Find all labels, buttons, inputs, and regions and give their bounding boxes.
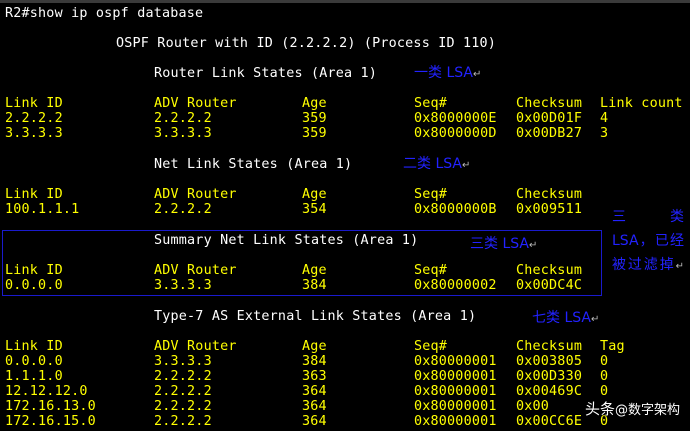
cell-adv-router: 2.2.2.2 bbox=[154, 369, 212, 384]
cell-adv-router: 3.3.3.3 bbox=[154, 278, 212, 293]
cell-adv-router: 2.2.2.2 bbox=[154, 202, 212, 217]
cell-link-count: 3 bbox=[600, 126, 609, 141]
cell-tag: 0 bbox=[600, 354, 609, 369]
col-adv-router: ADV Router bbox=[154, 263, 237, 278]
cell-link-id: 0.0.0.0 bbox=[5, 278, 63, 293]
col-age: Age bbox=[302, 263, 327, 278]
cell-tag: 0 bbox=[600, 384, 609, 399]
cell-adv-router: 2.2.2.2 bbox=[154, 399, 212, 414]
cell-age: 364 bbox=[302, 399, 327, 414]
cell-adv-router: 2.2.2.2 bbox=[154, 384, 212, 399]
cell-seq: 0x80000001 bbox=[414, 369, 497, 384]
col-age: Age bbox=[302, 339, 327, 354]
cell-age: 363 bbox=[302, 369, 327, 384]
col-link-id: Link ID bbox=[5, 96, 63, 111]
watermark: 头条@数字架构 bbox=[584, 400, 680, 418]
type7-lsa-annotation: 七类 LSA↵ bbox=[532, 310, 600, 326]
cell-age: 354 bbox=[302, 202, 327, 217]
col-checksum: Checksum bbox=[516, 263, 583, 278]
cell-seq: 0x8000000B bbox=[414, 202, 497, 217]
cell-checksum: 0x00DC4C bbox=[516, 278, 583, 293]
col-adv-router: ADV Router bbox=[154, 96, 237, 111]
cell-age: 384 bbox=[302, 354, 327, 369]
col-checksum: Checksum bbox=[516, 96, 583, 111]
cell-seq: 0x80000001 bbox=[414, 354, 497, 369]
cell-seq: 0x80000001 bbox=[414, 384, 497, 399]
cell-checksum: 0x00 bbox=[516, 399, 550, 414]
command-line: R2#show ip ospf database bbox=[5, 6, 204, 21]
cell-checksum: 0x00D01F bbox=[516, 111, 583, 126]
cell-checksum: 0x003805 bbox=[516, 354, 583, 369]
net-lsa-title: Net Link States (Area 1) bbox=[154, 157, 353, 172]
filtered-note: 三 类 LSA，已经被过滤掉↵ bbox=[612, 209, 684, 273]
col-link-count: Link count bbox=[600, 96, 683, 111]
col-checksum: Checksum bbox=[516, 339, 583, 354]
cell-seq: 0x8000000D bbox=[414, 126, 497, 141]
cell-adv-router: 3.3.3.3 bbox=[154, 126, 212, 141]
cell-link-count: 4 bbox=[600, 111, 609, 126]
cell-seq: 0x80000001 bbox=[414, 414, 497, 429]
cell-checksum: 0x00D330 bbox=[516, 369, 583, 384]
summary-lsa-annotation: 三类 LSA↵ bbox=[470, 236, 538, 252]
col-age: Age bbox=[302, 187, 327, 202]
cell-link-id: 0.0.0.0 bbox=[5, 354, 63, 369]
cell-checksum: 0x009511 bbox=[516, 202, 583, 217]
summary-lsa-title: Summary Net Link States (Area 1) bbox=[154, 233, 419, 248]
col-link-id: Link ID bbox=[5, 187, 63, 202]
type7-lsa-title: Type-7 AS External Link States (Area 1) bbox=[154, 309, 477, 324]
cell-link-id: 3.3.3.3 bbox=[5, 126, 63, 141]
cell-link-id: 100.1.1.1 bbox=[5, 202, 80, 217]
cell-seq: 0x80000002 bbox=[414, 278, 497, 293]
col-link-id: Link ID bbox=[5, 263, 63, 278]
cell-link-id: 172.16.13.0 bbox=[5, 399, 96, 414]
cell-age: 384 bbox=[302, 278, 327, 293]
col-adv-router: ADV Router bbox=[154, 339, 237, 354]
col-seq: Seq# bbox=[414, 187, 448, 202]
cell-seq: 0x8000000E bbox=[414, 111, 497, 126]
col-tag: Tag bbox=[600, 339, 625, 354]
cell-link-id: 12.12.12.0 bbox=[5, 384, 88, 399]
cell-seq: 0x80000001 bbox=[414, 399, 497, 414]
router-lsa-annotation: 一类 LSA↵ bbox=[414, 65, 482, 81]
cell-age: 364 bbox=[302, 414, 327, 429]
cell-adv-router: 3.3.3.3 bbox=[154, 354, 212, 369]
cell-link-id: 1.1.1.0 bbox=[5, 369, 63, 384]
cell-link-id: 172.16.15.0 bbox=[5, 414, 96, 429]
net-lsa-annotation: 二类 LSA↵ bbox=[403, 156, 471, 172]
col-adv-router: ADV Router bbox=[154, 187, 237, 202]
cell-adv-router: 2.2.2.2 bbox=[154, 414, 212, 429]
cell-age: 359 bbox=[302, 126, 327, 141]
col-seq: Seq# bbox=[414, 263, 448, 278]
terminal-window[interactable]: R2#show ip ospf database OSPF Router wit… bbox=[0, 0, 690, 431]
cell-age: 364 bbox=[302, 384, 327, 399]
cell-adv-router: 2.2.2.2 bbox=[154, 111, 212, 126]
cell-age: 359 bbox=[302, 111, 327, 126]
cell-checksum: 0x00469C bbox=[516, 384, 583, 399]
cell-checksum: 0x00DB27 bbox=[516, 126, 583, 141]
cell-tag: 0 bbox=[600, 369, 609, 384]
col-link-id: Link ID bbox=[5, 339, 63, 354]
col-age: Age bbox=[302, 96, 327, 111]
col-checksum: Checksum bbox=[516, 187, 583, 202]
router-lsa-title: Router Link States (Area 1) bbox=[154, 66, 378, 81]
cell-checksum: 0x00CC6E bbox=[516, 414, 583, 429]
cell-link-id: 2.2.2.2 bbox=[5, 111, 63, 126]
window-top-strip bbox=[0, 0, 690, 3]
col-seq: Seq# bbox=[414, 339, 448, 354]
col-seq: Seq# bbox=[414, 96, 448, 111]
ospf-banner: OSPF Router with ID (2.2.2.2) (Process I… bbox=[116, 36, 497, 51]
